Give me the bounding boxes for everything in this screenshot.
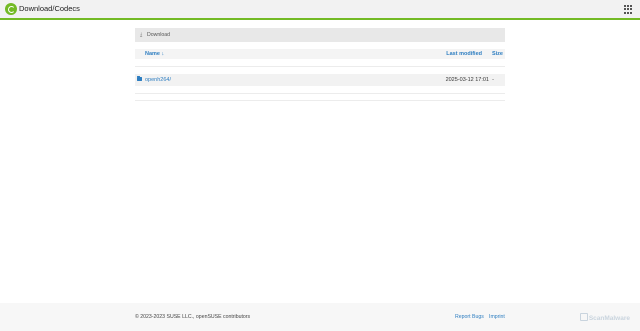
table-row: openh264/ 2025-03-12 17:01 - — [135, 74, 505, 86]
report-bugs-link[interactable]: Report Bugs — [455, 314, 484, 320]
copyright-text: © 2023-2023 SUSE LLC., openSUSE contribu… — [135, 314, 251, 320]
footer: © 2023-2023 SUSE LLC., openSUSE contribu… — [0, 303, 640, 331]
column-header-name[interactable]: Name ↓ — [145, 51, 164, 57]
table-header: Name ↓ Last modified Size — [135, 49, 505, 59]
last-modified-cell: 2025-03-12 17:01 — [445, 77, 489, 83]
column-header-last-modified[interactable]: Last modified — [446, 51, 482, 57]
file-name-link[interactable]: openh264/ — [145, 77, 171, 83]
scanmalware-watermark: ScanMalware — [579, 313, 630, 322]
page-title: Download/Codecs — [19, 4, 80, 13]
size-cell: - — [492, 77, 494, 83]
watermark-label: ScanMalware — [588, 315, 630, 322]
top-bar: Download/Codecs — [0, 0, 640, 20]
table-bottom-divider — [135, 100, 505, 101]
column-header-size[interactable]: Size — [492, 51, 503, 57]
shield-icon — [579, 313, 588, 321]
row-divider — [135, 66, 505, 67]
row-divider — [135, 93, 505, 94]
download-icon: ⤓ — [140, 32, 143, 38]
breadcrumb: ⤓ Download — [135, 28, 505, 42]
breadcrumb-label[interactable]: Download — [147, 32, 170, 38]
folder-icon — [137, 76, 142, 81]
imprint-link[interactable]: Imprint — [489, 314, 505, 320]
grid-apps-icon[interactable] — [624, 5, 633, 14]
opensuse-logo-icon[interactable] — [5, 3, 17, 15]
